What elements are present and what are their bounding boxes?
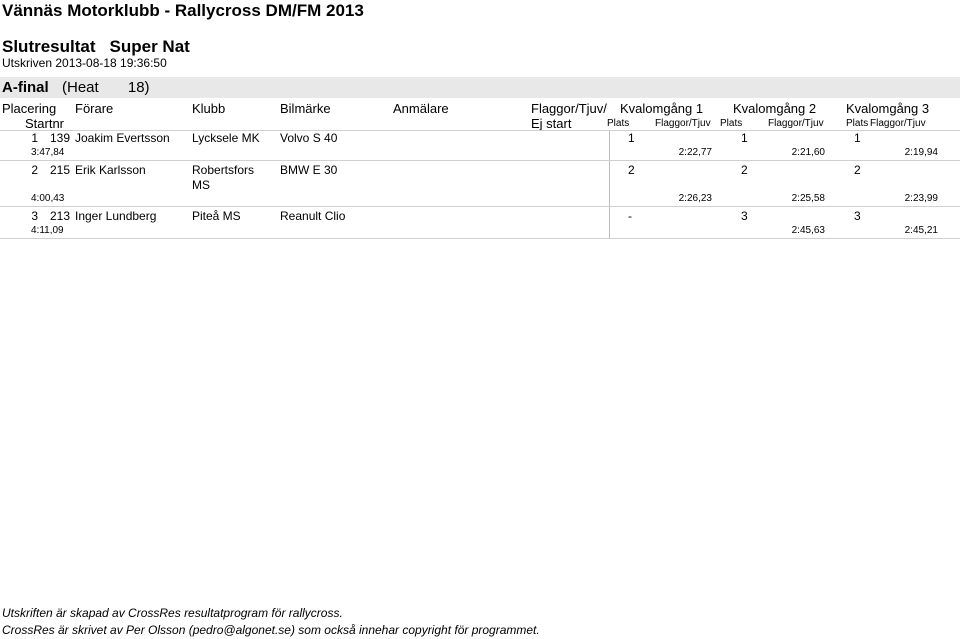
row-kval3-time: 2:45,21 <box>904 225 938 236</box>
header-plats-2: Plats <box>720 118 743 129</box>
row-kval2-time: 2:21,60 <box>791 147 825 158</box>
heat-name: A-final <box>2 79 49 96</box>
row-kval2-plats: 1 <box>741 131 748 145</box>
row-club-line2: MS <box>192 178 210 192</box>
row-placering: 2 <box>31 163 38 177</box>
header-bilmarke: Bilmärke <box>280 101 331 116</box>
row-kval1-time: 2:22,77 <box>678 147 712 158</box>
row-divider <box>0 160 960 161</box>
row-kval3-time: 2:23,99 <box>904 193 938 204</box>
header-kval2: Kvalomgång 2 <box>733 101 817 116</box>
header-startnr: Startnr <box>25 116 65 131</box>
header-anmalare: Anmälare <box>393 101 449 116</box>
row-kval1-plats: 1 <box>628 131 635 145</box>
row-kval1-plats: - <box>628 209 632 223</box>
row-startnr: 215 <box>49 163 70 177</box>
row-club: Lycksele MK <box>192 131 260 145</box>
header-placering: Placering <box>2 101 57 116</box>
heat-info: (Heat 18) <box>62 79 150 96</box>
row-car: BMW E 30 <box>280 163 338 177</box>
row-startnr: 139 <box>49 131 70 145</box>
page-title: Vännäs Motorklubb - Rallycross DM/FM 201… <box>2 1 364 20</box>
header-flaggor-tjuv-3: Flaggor/Tjuv <box>870 118 926 129</box>
row-total-time: 4:00,43 <box>31 193 65 204</box>
row-driver: Joakim Evertsson <box>75 131 170 145</box>
row-kval2-time: 2:25,58 <box>791 193 825 204</box>
header-plats-3: Plats <box>846 118 869 129</box>
row-club: Piteå MS <box>192 209 241 223</box>
header-forare: Förare <box>75 101 114 116</box>
row-kval3-plats: 2 <box>854 163 861 177</box>
header-kval1: Kvalomgång 1 <box>620 101 704 116</box>
row-kval2-time: 2:45,63 <box>791 225 825 236</box>
row-club: Robertsfors <box>192 163 255 177</box>
row-kval3-time: 2:19,94 <box>904 147 938 158</box>
column-divider <box>609 161 610 206</box>
column-divider <box>609 207 610 238</box>
header-ej-start: Ej start <box>531 116 572 131</box>
header-flaggor-tjuv-1: Flaggor/Tjuv <box>655 118 711 129</box>
row-divider <box>0 238 960 239</box>
row-kval2-plats: 2 <box>741 163 748 177</box>
row-startnr: 213 <box>49 209 70 223</box>
row-kval3-plats: 1 <box>854 131 861 145</box>
row-kval1-time: 2:26,23 <box>678 193 712 204</box>
class-name: Super Nat <box>109 37 190 56</box>
printed-timestamp: Utskriven 2013-08-18 19:36:50 <box>2 56 167 70</box>
row-divider <box>0 206 960 207</box>
header-plats-1: Plats <box>607 118 630 129</box>
result-heading: Slutresultat Super Nat <box>2 37 190 57</box>
row-kval3-plats: 3 <box>854 209 861 223</box>
row-car: Reanult Clio <box>280 209 346 223</box>
row-driver: Erik Karlsson <box>75 163 146 177</box>
result-label: Slutresultat <box>2 37 96 56</box>
column-divider <box>609 131 610 160</box>
row-placering: 1 <box>31 131 38 145</box>
header-flaggor-tjuv-2: Flaggor/Tjuv <box>768 118 824 129</box>
row-kval2-plats: 3 <box>741 209 748 223</box>
row-total-time: 4:11,09 <box>31 225 64 236</box>
footer-line-1: Utskriften är skapad av CrossRes resulta… <box>2 606 343 620</box>
header-flaggor: Flaggor/Tjuv/ <box>531 101 607 116</box>
row-kval1-plats: 2 <box>628 163 635 177</box>
row-total-time: 3:47,84 <box>31 147 65 158</box>
header-klubb: Klubb <box>192 101 226 116</box>
row-placering: 3 <box>31 209 38 223</box>
footer-line-2: CrossRes är skrivet av Per Olsson (pedro… <box>2 623 540 637</box>
row-car: Volvo S 40 <box>280 131 338 145</box>
row-driver: Inger Lundberg <box>75 209 157 223</box>
header-kval3: Kvalomgång 3 <box>846 101 930 116</box>
